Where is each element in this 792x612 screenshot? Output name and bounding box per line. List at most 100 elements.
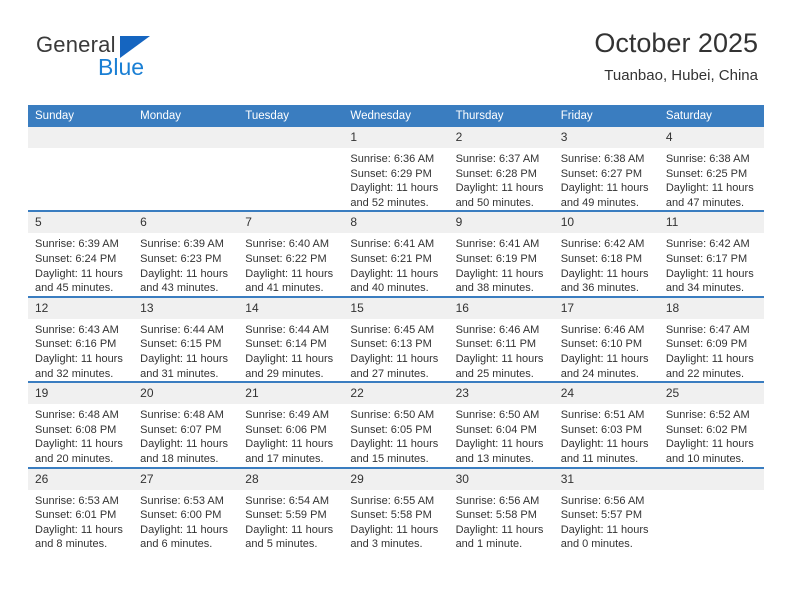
calendar-cell-day[interactable]: 26 Sunrise: 6:53 AM Sunset: 6:01 PM Dayligh… bbox=[28, 466, 134, 552]
page-subtitle: Tuanbao, Hubei, China bbox=[604, 67, 758, 84]
calendar-cell-day[interactable]: 18 Sunrise: 6:47 AM Sunset: 6:09 PM Dayligh… bbox=[658, 295, 764, 383]
day-number bbox=[133, 127, 239, 148]
calendar-cell-day[interactable]: 20 Sunrise: 6:48 AM Sunset: 6:07 PM Dayligh… bbox=[133, 381, 239, 468]
sunset-text: Sunset: 6:21 PM bbox=[350, 252, 432, 265]
day-sun-info: Sunrise: 6:44 AM Sunset: 6:15 PM Daylight:… bbox=[133, 319, 238, 381]
sunset-text: Sunset: 6:23 PM bbox=[140, 252, 222, 265]
day-number: 8 bbox=[343, 212, 449, 234]
day-sun-info: Sunrise: 6:41 AM Sunset: 6:19 PM Daylight:… bbox=[449, 233, 554, 295]
sunrise-text: Sunrise: 6:50 AM bbox=[455, 409, 540, 422]
day-number: 24 bbox=[553, 383, 659, 405]
calendar-cell-day[interactable]: 21 Sunrise: 6:49 AM Sunset: 6:06 PM Dayligh… bbox=[238, 381, 344, 468]
sunrise-text: Sunrise: 6:40 AM bbox=[245, 238, 330, 251]
calendar-cell-day[interactable]: 9 Sunrise: 6:41 AM Sunset: 6:19 PM Daylight… bbox=[448, 210, 554, 297]
daylight-text: Daylight: 11 hours and 10 minutes. bbox=[665, 438, 754, 465]
calendar-cell-day[interactable]: 5 Sunrise: 6:39 AM Sunset: 6:24 PM Daylight… bbox=[28, 210, 134, 297]
day-number bbox=[658, 468, 764, 490]
calendar-cell-day[interactable]: 17 Sunrise: 6:46 AM Sunset: 6:10 PM Dayligh… bbox=[553, 295, 659, 383]
day-sun-info: Sunrise: 6:47 AM Sunset: 6:09 PM Daylight:… bbox=[659, 319, 764, 381]
daylight-text: Daylight: 11 hours and 3 minutes. bbox=[350, 523, 439, 551]
day-sun-info: Sunrise: 6:46 AM Sunset: 6:11 PM Daylight:… bbox=[449, 319, 554, 381]
calendar-header-row: Sunday Monday Tuesday Wednesday Thursday Frid… bbox=[28, 105, 764, 127]
day-number: 29 bbox=[343, 468, 449, 490]
sunset-text: Sunset: 6:28 PM bbox=[455, 167, 537, 180]
day-number bbox=[28, 127, 134, 148]
general-blue-logo[interactable]: General Blue bbox=[36, 32, 216, 90]
weekday-header-saturday: Saturday bbox=[658, 105, 764, 127]
calendar-cell-day[interactable]: 27 Sunrise: 6:53 AM Sunset: 6:00 PM Dayligh… bbox=[133, 466, 239, 552]
day-sun-info: Sunrise: 6:56 AM Sunset: 5:57 PM Daylight:… bbox=[554, 490, 659, 552]
sunset-text: Sunset: 6:24 PM bbox=[35, 252, 117, 265]
calendar-cell-day[interactable]: 15 Sunrise: 6:45 AM Sunset: 6:13 PM Dayligh… bbox=[343, 295, 449, 383]
title-block: October 2025 Tuanbao, Hubei, China bbox=[594, 26, 758, 87]
sunrise-text: Sunrise: 6:44 AM bbox=[245, 323, 330, 336]
day-number: 4 bbox=[658, 127, 764, 148]
daylight-text: Daylight: 11 hours and 6 minutes. bbox=[140, 523, 228, 551]
day-number: 3 bbox=[553, 127, 659, 148]
day-number: 7 bbox=[238, 212, 344, 234]
sunset-text: Sunset: 6:16 PM bbox=[35, 338, 117, 351]
day-sun-info: Sunrise: 6:55 AM Sunset: 5:58 PM Daylight:… bbox=[343, 490, 448, 552]
logo-text-blue: Blue bbox=[98, 54, 145, 80]
day-number: 5 bbox=[28, 212, 134, 234]
calendar-cell-day[interactable]: 31 Sunrise: 6:56 AM Sunset: 5:57 PM Dayligh… bbox=[553, 466, 659, 552]
calendar-cell-day[interactable]: 2 Sunrise: 6:37 AM Sunset: 6:28 PM Daylight… bbox=[448, 127, 554, 212]
sunset-text: Sunset: 6:07 PM bbox=[140, 423, 222, 436]
weekday-header-sunday: Sunday bbox=[28, 105, 134, 127]
calendar-cell-day[interactable]: 1 Sunrise: 6:36 AM Sunset: 6:29 PM Daylight… bbox=[343, 127, 449, 212]
day-sun-info: Sunrise: 6:39 AM Sunset: 6:23 PM Daylight:… bbox=[133, 233, 238, 295]
daylight-text: Daylight: 11 hours and 8 minutes. bbox=[35, 523, 123, 551]
calendar-cell-empty bbox=[133, 127, 239, 212]
calendar-cell-day[interactable]: 22 Sunrise: 6:50 AM Sunset: 6:05 PM Dayligh… bbox=[343, 381, 449, 468]
calendar-cell-day[interactable]: 7 Sunrise: 6:40 AM Sunset: 6:22 PM Daylight… bbox=[238, 210, 344, 297]
day-number: 6 bbox=[133, 212, 239, 234]
calendar-cell-day[interactable]: 30 Sunrise: 6:56 AM Sunset: 5:58 PM Dayligh… bbox=[448, 466, 554, 552]
day-sun-info: Sunrise: 6:49 AM Sunset: 6:06 PM Daylight:… bbox=[238, 404, 343, 466]
calendar-cell-day[interactable]: 23 Sunrise: 6:50 AM Sunset: 6:04 PM Dayligh… bbox=[448, 381, 554, 468]
calendar-cell-day[interactable]: 24 Sunrise: 6:51 AM Sunset: 6:03 PM Dayligh… bbox=[553, 381, 659, 468]
day-sun-info: Sunrise: 6:54 AM Sunset: 5:59 PM Daylight:… bbox=[238, 490, 343, 552]
sunrise-text: Sunrise: 6:39 AM bbox=[35, 238, 119, 251]
day-sun-info: Sunrise: 6:42 AM Sunset: 6:18 PM Daylight:… bbox=[554, 233, 659, 295]
calendar-cell-day[interactable]: 28 Sunrise: 6:54 AM Sunset: 5:59 PM Dayligh… bbox=[238, 466, 344, 552]
sunrise-text: Sunrise: 6:52 AM bbox=[665, 409, 750, 422]
sunset-text: Sunset: 6:15 PM bbox=[140, 338, 222, 351]
day-sun-info: Sunrise: 6:56 AM Sunset: 5:58 PM Daylight:… bbox=[449, 490, 554, 552]
calendar-cell-day[interactable]: 12 Sunrise: 6:43 AM Sunset: 6:16 PM Dayligh… bbox=[28, 295, 134, 383]
daylight-text: Daylight: 11 hours and 24 minutes. bbox=[560, 352, 649, 380]
day-sun-info: Sunrise: 6:41 AM Sunset: 6:21 PM Daylight:… bbox=[343, 233, 448, 295]
sunrise-text: Sunrise: 6:45 AM bbox=[350, 323, 435, 336]
day-number: 22 bbox=[343, 383, 449, 405]
daylight-text: Daylight: 11 hours and 29 minutes. bbox=[245, 352, 334, 380]
daylight-text: Daylight: 11 hours and 18 minutes. bbox=[140, 438, 228, 465]
sunrise-text: Sunrise: 6:42 AM bbox=[665, 238, 750, 251]
sunrise-text: Sunrise: 6:42 AM bbox=[560, 238, 645, 251]
calendar-cell-day[interactable]: 25 Sunrise: 6:52 AM Sunset: 6:02 PM Dayligh… bbox=[658, 381, 764, 468]
calendar-cell-day[interactable]: 6 Sunrise: 6:39 AM Sunset: 6:23 PM Daylight… bbox=[133, 210, 239, 297]
calendar-cell-day[interactable]: 13 Sunrise: 6:44 AM Sunset: 6:15 PM Dayligh… bbox=[133, 295, 239, 383]
calendar-cell-day[interactable]: 4 Sunrise: 6:38 AM Sunset: 6:25 PM Daylight… bbox=[658, 127, 764, 212]
calendar-cell-day[interactable]: 16 Sunrise: 6:46 AM Sunset: 6:11 PM Dayligh… bbox=[448, 295, 554, 383]
calendar-cell-day[interactable]: 10 Sunrise: 6:42 AM Sunset: 6:18 PM Dayligh… bbox=[553, 210, 659, 297]
day-sun-info: Sunrise: 6:44 AM Sunset: 6:14 PM Daylight:… bbox=[238, 319, 343, 381]
sunset-text: Sunset: 6:00 PM bbox=[140, 509, 222, 522]
calendar-cell-day[interactable]: 19 Sunrise: 6:48 AM Sunset: 6:08 PM Dayligh… bbox=[28, 381, 134, 468]
calendar-cell-day[interactable]: 29 Sunrise: 6:55 AM Sunset: 5:58 PM Dayligh… bbox=[343, 466, 449, 552]
sunset-text: Sunset: 6:25 PM bbox=[665, 167, 748, 180]
sunset-text: Sunset: 6:05 PM bbox=[350, 423, 432, 436]
day-sun-info: Sunrise: 6:39 AM Sunset: 6:24 PM Daylight:… bbox=[28, 233, 133, 295]
calendar-cell-day[interactable]: 8 Sunrise: 6:41 AM Sunset: 6:21 PM Daylight… bbox=[343, 210, 449, 297]
calendar-cell-day[interactable]: 14 Sunrise: 6:44 AM Sunset: 6:14 PM Dayligh… bbox=[238, 295, 344, 383]
day-number: 18 bbox=[658, 297, 764, 319]
sunset-text: Sunset: 6:17 PM bbox=[665, 252, 748, 265]
weekday-header-monday: Monday bbox=[133, 105, 239, 127]
sunset-text: Sunset: 6:04 PM bbox=[455, 423, 537, 436]
calendar-cell-day[interactable]: 11 Sunrise: 6:42 AM Sunset: 6:17 PM Dayligh… bbox=[658, 210, 764, 297]
sunset-text: Sunset: 6:29 PM bbox=[350, 167, 432, 180]
sunrise-text: Sunrise: 6:50 AM bbox=[350, 409, 435, 422]
sunset-text: Sunset: 5:59 PM bbox=[245, 509, 327, 522]
daylight-text: Daylight: 11 hours and 34 minutes. bbox=[665, 267, 754, 295]
sunrise-text: Sunrise: 6:46 AM bbox=[560, 323, 645, 336]
sunrise-text: Sunrise: 6:53 AM bbox=[35, 494, 119, 507]
calendar-cell-day[interactable]: 3 Sunrise: 6:38 AM Sunset: 6:27 PM Daylight… bbox=[553, 127, 659, 212]
